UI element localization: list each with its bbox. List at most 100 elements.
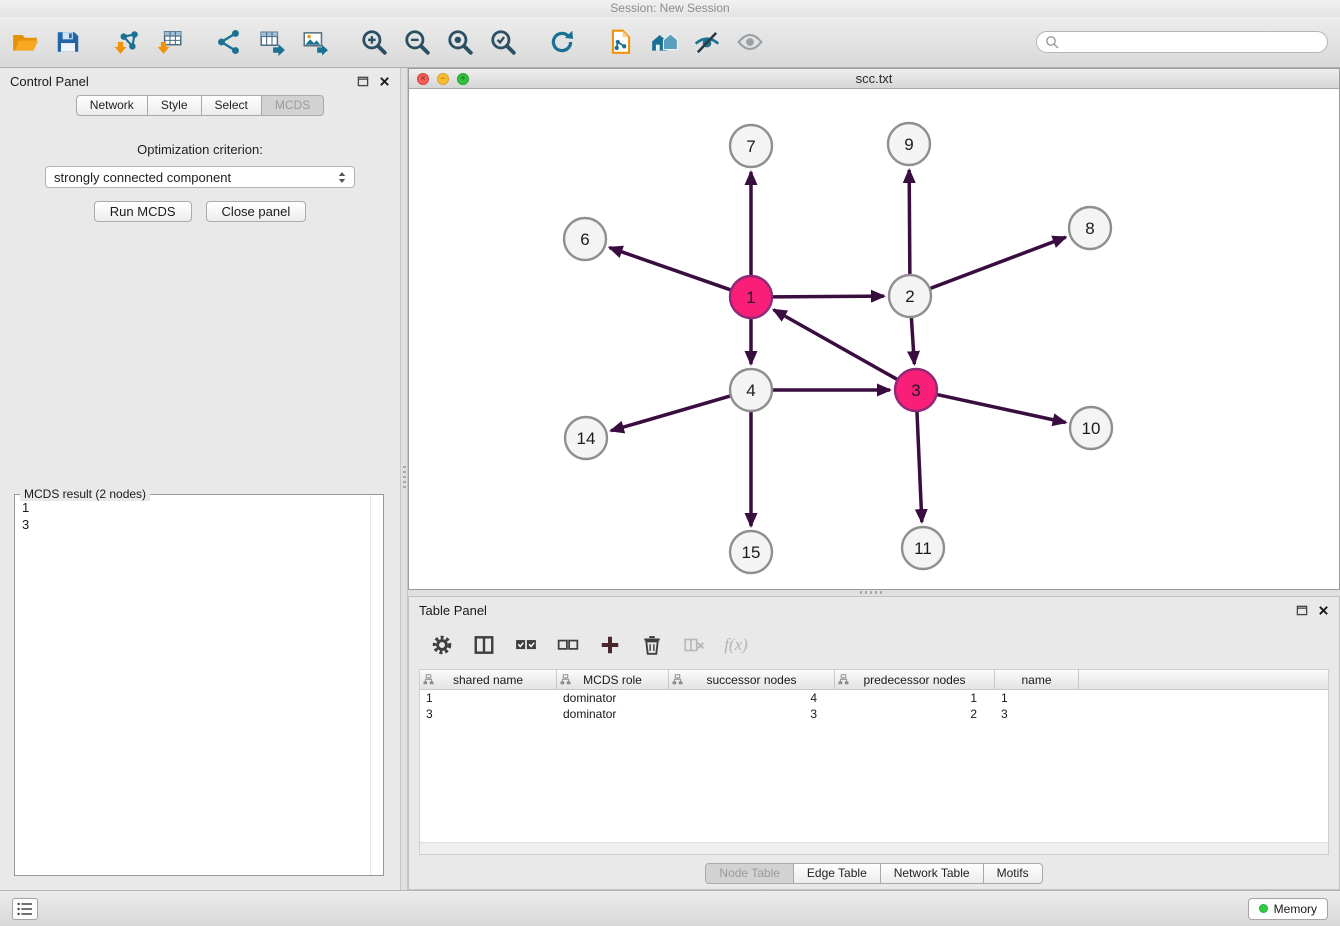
- window-minimize-button[interactable]: −: [437, 73, 449, 85]
- table-row[interactable]: 3dominator323: [420, 706, 1328, 722]
- export-image-button[interactable]: [298, 25, 332, 59]
- task-history-button[interactable]: [12, 898, 38, 920]
- hide-panel-eye-button[interactable]: [733, 25, 767, 59]
- import-table-from-file-button[interactable]: [153, 25, 187, 59]
- edge-3-10[interactable]: [937, 394, 1066, 422]
- table-panel-float-icon[interactable]: [1296, 604, 1308, 616]
- graph-node-10[interactable]: 10: [1070, 407, 1112, 449]
- select-all-columns-button[interactable]: [513, 632, 539, 658]
- tab-edge-table[interactable]: Edge Table: [794, 863, 881, 884]
- hide-panel-eye-icon: [736, 28, 764, 56]
- column-header-successor-nodes[interactable]: successor nodes: [669, 670, 835, 689]
- optimization-criterion-dropdown[interactable]: strongly connected component: [45, 166, 355, 188]
- edge-2-8[interactable]: [930, 237, 1066, 288]
- svg-text:2: 2: [905, 287, 914, 306]
- graph-node-3[interactable]: 3: [895, 369, 937, 411]
- zoom-in-button[interactable]: [357, 25, 391, 59]
- table-settings-button[interactable]: [429, 632, 455, 658]
- edge-3-1[interactable]: [774, 310, 898, 380]
- graph-node-6[interactable]: 6: [564, 218, 606, 260]
- window-close-button[interactable]: ×: [417, 73, 429, 85]
- column-header-shared-name[interactable]: shared name: [420, 670, 557, 689]
- node-table-grid: shared name MCDS role successor nodesprede…: [419, 669, 1329, 855]
- dropdown-arrows-icon: [338, 171, 346, 184]
- graph-node-11[interactable]: 11: [902, 527, 944, 569]
- column-header-name[interactable]: name: [995, 670, 1079, 689]
- table-panel: Table Panel f(x) shared name MCDS role suc…: [408, 596, 1340, 890]
- style-preview-button[interactable]: [690, 25, 724, 59]
- table-row[interactable]: 1dominator411: [420, 690, 1328, 706]
- graph-node-15[interactable]: 15: [730, 531, 772, 573]
- graph-node-14[interactable]: 14: [565, 417, 607, 459]
- network-canvas[interactable]: 7 9 6 8 1 2 4 3 14 10 15 11: [409, 89, 1339, 589]
- mcds-result-list[interactable]: 13: [15, 495, 383, 537]
- memory-button[interactable]: Memory: [1248, 898, 1328, 920]
- mcds-result-item: 1: [22, 499, 376, 516]
- result-scrollbar-track[interactable]: [370, 495, 383, 875]
- show-columns-button[interactable]: [471, 632, 497, 658]
- tab-style[interactable]: Style: [148, 95, 202, 116]
- new-network-button[interactable]: [212, 25, 246, 59]
- cell-predecessor-nodes: 2: [835, 706, 995, 722]
- layout-home-icon: [650, 28, 678, 56]
- zoom-selected-button[interactable]: [486, 25, 520, 59]
- window-maximize-button[interactable]: +: [457, 73, 469, 85]
- delete-columns-button: [681, 632, 707, 658]
- delete-row-button[interactable]: [639, 632, 665, 658]
- zoom-fit-button[interactable]: [443, 25, 477, 59]
- clone-network-button[interactable]: [604, 25, 638, 59]
- edge-1-6[interactable]: [610, 248, 732, 290]
- column-label: MCDS role: [583, 673, 642, 687]
- graph-node-2[interactable]: 2: [889, 275, 931, 317]
- save-session-icon: [54, 28, 82, 56]
- import-network-from-file-button[interactable]: [110, 25, 144, 59]
- tab-node-table[interactable]: Node Table: [705, 863, 794, 884]
- svg-text:15: 15: [742, 543, 761, 562]
- tab-motifs[interactable]: Motifs: [984, 863, 1043, 884]
- window-titlebar: Session: New Session: [0, 0, 1340, 17]
- graph-node-8[interactable]: 8: [1069, 207, 1111, 249]
- layout-home-button[interactable]: [647, 25, 681, 59]
- control-panel-close-icon[interactable]: [379, 76, 390, 87]
- edge-1-2[interactable]: [772, 296, 884, 297]
- graph-node-4[interactable]: 4: [730, 369, 772, 411]
- zoom-selected-icon: [489, 28, 517, 56]
- graph-node-1[interactable]: 1: [730, 276, 772, 318]
- mcds-result-item: 3: [22, 516, 376, 533]
- zoom-out-button[interactable]: [400, 25, 434, 59]
- deselect-all-columns-icon: [557, 634, 579, 656]
- cell-predecessor-nodes: 1: [835, 690, 995, 706]
- vertical-splitter[interactable]: [400, 68, 408, 890]
- close-panel-button[interactable]: Close panel: [206, 201, 307, 222]
- network-window-titlebar[interactable]: × − + scc.txt: [409, 69, 1339, 89]
- graph-node-9[interactable]: 9: [888, 123, 930, 165]
- tab-network-table[interactable]: Network Table: [881, 863, 984, 884]
- tab-network[interactable]: Network: [76, 95, 148, 116]
- table-panel-close-icon[interactable]: [1318, 605, 1329, 616]
- refresh-view-button[interactable]: [545, 25, 579, 59]
- horizontal-scrollbar-track[interactable]: [420, 842, 1328, 854]
- edge-3-11[interactable]: [917, 411, 922, 522]
- graph-node-7[interactable]: 7: [730, 125, 772, 167]
- mcds-actions: Run MCDS Close panel: [0, 201, 400, 222]
- run-mcds-button[interactable]: Run MCDS: [94, 201, 192, 222]
- edge-2-9[interactable]: [909, 170, 910, 275]
- open-file-button[interactable]: [8, 25, 42, 59]
- tab-mcds[interactable]: MCDS: [262, 95, 324, 116]
- control-panel-float-icon[interactable]: [357, 75, 369, 87]
- column-type-icon: [672, 674, 683, 685]
- save-session-button[interactable]: [51, 25, 85, 59]
- search-input[interactable]: [1063, 35, 1319, 49]
- column-header-mcds-role[interactable]: MCDS role: [557, 670, 669, 689]
- search-box[interactable]: [1036, 31, 1328, 53]
- column-header-predecessor-nodes[interactable]: predecessor nodes: [835, 670, 995, 689]
- edge-2-3[interactable]: [911, 317, 914, 364]
- tab-select[interactable]: Select: [202, 95, 262, 116]
- deselect-all-columns-button[interactable]: [555, 632, 581, 658]
- export-table-button[interactable]: [255, 25, 289, 59]
- add-row-button[interactable]: [597, 632, 623, 658]
- function-builder-button: f(x): [723, 632, 749, 658]
- network-view-window: × − + scc.txt 7 9 6 8 1 2 4 3 14 10 15 11: [408, 68, 1340, 590]
- edge-4-14[interactable]: [611, 396, 731, 431]
- table-panel-title: Table Panel: [419, 603, 487, 618]
